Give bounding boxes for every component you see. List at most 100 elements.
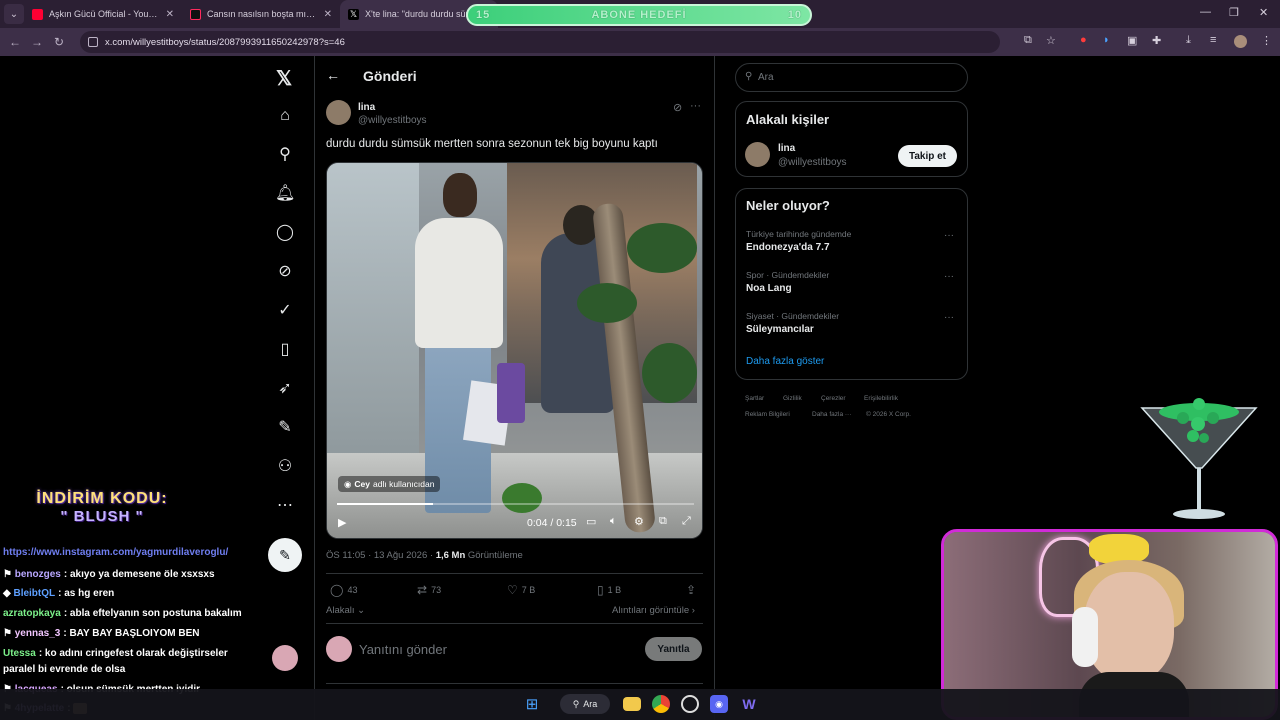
discord-icon[interactable]: ◉ (710, 695, 728, 713)
related-name[interactable]: lina (778, 143, 795, 154)
like-button[interactable]: ♡ 7 B (507, 583, 535, 597)
trend-name[interactable]: Noa Lang (746, 283, 792, 294)
footer-link[interactable]: Reklam Bilgileri (745, 411, 790, 418)
related-title: Alakalı kişiler (746, 112, 830, 127)
captions-icon[interactable]: ▭ (586, 515, 596, 528)
search-icon[interactable]: ⚲ (275, 145, 295, 165)
account-avatar[interactable] (272, 645, 298, 671)
grok-explain-icon[interactable]: ⊘ (673, 101, 682, 114)
reply-input[interactable]: Yanıtını gönder (359, 642, 447, 657)
reply-submit-button[interactable]: Yanıtla (645, 637, 702, 661)
repost-count: 73 (431, 585, 442, 595)
tab-search-menu-button[interactable]: ⌄ (4, 4, 24, 24)
fullscreen-icon[interactable]: ⤢ (682, 515, 691, 528)
reply-sort-dropdown[interactable]: Alakalı ⌄ (326, 605, 365, 616)
bookmark-button[interactable]: ▯ 1 B (597, 583, 621, 597)
compose-post-button[interactable]: ✎ (268, 538, 302, 572)
taskbar-search[interactable]: ⚲ Ara (560, 694, 610, 714)
reply-avatar (326, 636, 352, 662)
trend-name[interactable]: Endonezya'da 7.7 (746, 242, 830, 253)
video-player[interactable]: ◉ Cey adlı kullanıcıdan ▶ 0:04 / 0:15 ▭ … (326, 162, 703, 539)
media-icon[interactable]: ≡ (1210, 34, 1216, 46)
chat-message: ◆ BleibtQL: as hg eren (3, 588, 115, 599)
extension-icon[interactable]: ▣ (1127, 34, 1137, 47)
forward-icon[interactable]: → (26, 35, 48, 49)
author-avatar[interactable] (326, 100, 351, 125)
more-icon[interactable]: ⋯ (275, 496, 295, 516)
more-options-icon[interactable]: ··· (690, 100, 701, 112)
restore-icon[interactable]: ❐ (1229, 6, 1239, 19)
video-progress-bar[interactable] (337, 503, 694, 505)
messages-icon[interactable]: ◯ (275, 223, 295, 243)
reload-icon[interactable]: ↻ (48, 35, 70, 49)
download-icon[interactable]: ⤓ (1186, 34, 1191, 47)
share-button[interactable]: ⇪ (686, 583, 696, 597)
notifications-bell-icon[interactable]: 🔔︎ (275, 184, 295, 204)
extension-icon[interactable]: ● (1080, 34, 1087, 46)
rocket-icon[interactable]: ➶ (275, 379, 295, 399)
back-arrow-icon[interactable]: ← (326, 67, 340, 83)
settings-gear-icon[interactable]: ⚙ (634, 515, 644, 528)
bookmarks-icon[interactable]: ▯ (275, 340, 295, 360)
heart-icon: ♡ (507, 583, 518, 597)
trend-more-icon[interactable]: ··· (944, 230, 954, 241)
chat-text: : akıyo ya demesene öle xsxsxs (63, 569, 215, 580)
related-avatar[interactable] (745, 142, 770, 167)
grok-icon[interactable]: ⊘ (275, 262, 295, 282)
verified-icon[interactable]: ✓ (275, 301, 295, 321)
trend-more-icon[interactable]: ··· (944, 271, 954, 282)
x-logo-icon[interactable]: 𝕏 (276, 66, 292, 91)
bookmark-star-icon[interactable]: ☆ (1046, 34, 1056, 47)
browser-tab-tiktok[interactable]: Cansın nasılsın boşta mısın? — ✕ (182, 0, 340, 28)
volume-icon[interactable]: 🔈︎ (610, 515, 617, 528)
minimize-icon[interactable]: — (1200, 6, 1211, 18)
search-input[interactable]: Ara (735, 63, 968, 92)
trend-name[interactable]: Süleymancılar (746, 324, 814, 335)
footer-link[interactable]: Şartlar (745, 395, 764, 402)
footer-link[interactable]: Daha fazla ··· (812, 411, 851, 418)
chrome-icon[interactable] (652, 695, 670, 713)
profile-icon[interactable]: ⚇ (275, 457, 295, 477)
pip-icon[interactable]: ⧉ (659, 515, 667, 528)
extension-icon[interactable]: ◗ (1103, 34, 1110, 46)
chat-message: ⚑ yennas_3: BAY BAY BAŞLOIYOM BEN (3, 628, 200, 639)
app-icon[interactable]: W (740, 695, 758, 713)
post-timestamp[interactable]: ÖS 11:05 · 13 Ağu 2026 · (326, 550, 436, 561)
video-attribution[interactable]: ◉ Cey adlı kullanıcıdan (338, 476, 441, 492)
author-name[interactable]: lina (358, 102, 375, 113)
play-icon[interactable]: ▶ (338, 516, 346, 529)
back-icon[interactable]: ← (4, 35, 26, 49)
close-window-icon[interactable]: ✕ (1259, 6, 1268, 19)
profile-avatar[interactable] (1234, 35, 1247, 48)
browser-menu-icon[interactable]: ⋮ (1261, 34, 1272, 47)
repost-button[interactable]: ⇄ 73 (417, 583, 441, 597)
view-quotes-link[interactable]: Alıntıları görüntüle › (612, 605, 695, 616)
follow-button[interactable]: Takip et (898, 145, 957, 167)
trend-more-icon[interactable]: ··· (944, 312, 954, 323)
github-icon[interactable] (681, 695, 699, 713)
video-frame (627, 223, 697, 273)
extensions-puzzle-icon[interactable]: ✚ (1152, 34, 1161, 47)
address-bar[interactable]: x.com/willyestitboys/status/208799391165… (80, 31, 1000, 53)
site-info-icon[interactable] (88, 37, 98, 47)
home-icon[interactable]: ⌂ (275, 106, 295, 126)
show-more-link[interactable]: Daha fazla göster (746, 356, 824, 367)
install-app-icon[interactable]: ⧉ (1024, 34, 1032, 47)
browser-toolbar: ← → ↻ x.com/willyestitboys/status/208799… (0, 28, 1280, 56)
premium-icon[interactable]: ✎ (275, 418, 295, 438)
windows-start-icon[interactable]: ⊞ (523, 695, 541, 713)
file-explorer-icon[interactable] (623, 697, 641, 711)
footer-link[interactable]: Erişilebilirlik (864, 395, 898, 402)
discount-code-overlay: İNDİRİM KODU: " BLUSH " (22, 490, 182, 535)
footer-link[interactable]: Çerezler (821, 395, 846, 402)
related-handle[interactable]: @willyestitboys (778, 157, 847, 168)
browser-tab-youtube[interactable]: Aşkın Gücü Official - YouTube ✕ (24, 0, 182, 28)
close-tab-icon[interactable]: ✕ (324, 9, 332, 20)
reply-button[interactable]: ◯ 43 (330, 583, 357, 597)
close-tab-icon[interactable]: ✕ (166, 9, 174, 20)
trends-title: Neler oluyor? (746, 198, 830, 213)
goal-label: ABONE HEDEFİ (591, 9, 687, 21)
author-handle[interactable]: @willyestitboys (358, 115, 427, 126)
footer-link[interactable]: Gizlilik (783, 395, 802, 402)
bookmark-icon: ▯ (597, 583, 604, 597)
